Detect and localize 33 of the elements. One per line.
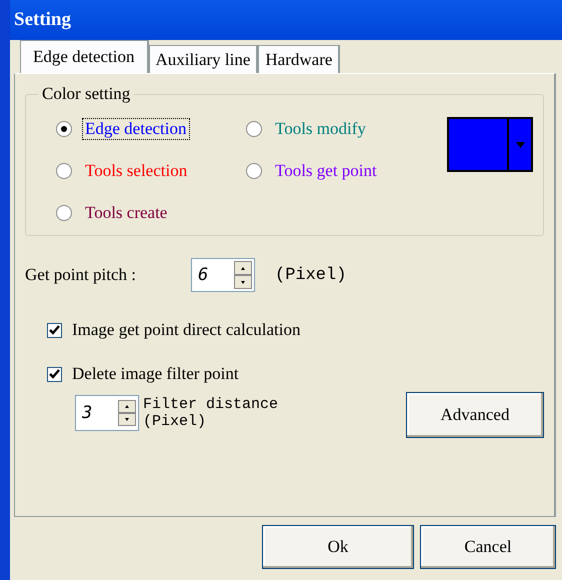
checkbox[interactable] [47, 366, 62, 382]
advanced-button[interactable]: Advanced [406, 392, 544, 438]
field-label: Filter distance [143, 396, 278, 413]
unit-label: (Pixel) [275, 266, 346, 284]
radio-label[interactable]: Tools modify [272, 118, 369, 140]
dialog-button[interactable]: Ok [262, 525, 414, 569]
radio-label[interactable]: Tools get point [272, 160, 380, 182]
tab[interactable]: Edge detection [20, 40, 148, 73]
checkbox[interactable] [47, 322, 62, 338]
radio-button[interactable] [246, 121, 262, 137]
tab[interactable]: Auxiliary line [148, 45, 258, 73]
dialog-button[interactable]: Cancel [420, 525, 556, 569]
window-title: Setting [14, 9, 71, 31]
dropdown-caret-icon [516, 142, 524, 148]
tab[interactable]: Hardware [258, 45, 340, 73]
spin-box[interactable]: 6 [191, 258, 255, 292]
radio-button[interactable] [56, 205, 72, 221]
checkbox-label[interactable]: Image get point direct calculation [72, 320, 300, 340]
color-dropdown[interactable] [447, 117, 533, 172]
unit-label: (Pixel) [143, 413, 208, 430]
radio-label[interactable]: Edge detection [82, 118, 190, 140]
checkbox-label[interactable]: Delete image filter point [72, 364, 239, 384]
spin-box[interactable]: 3 [75, 395, 139, 431]
spin-up-icon[interactable] [118, 400, 136, 413]
spin-down-icon[interactable] [234, 275, 252, 289]
radio-button[interactable] [56, 163, 72, 179]
spin-down-icon[interactable] [118, 413, 136, 426]
radio-label[interactable]: Tools create [82, 202, 170, 224]
spin-up-icon[interactable] [234, 261, 252, 275]
radio-button[interactable] [246, 163, 262, 179]
group-title: Color setting [38, 84, 134, 104]
radio-button[interactable] [56, 121, 72, 137]
field-label: Get point pitch : [25, 265, 137, 285]
